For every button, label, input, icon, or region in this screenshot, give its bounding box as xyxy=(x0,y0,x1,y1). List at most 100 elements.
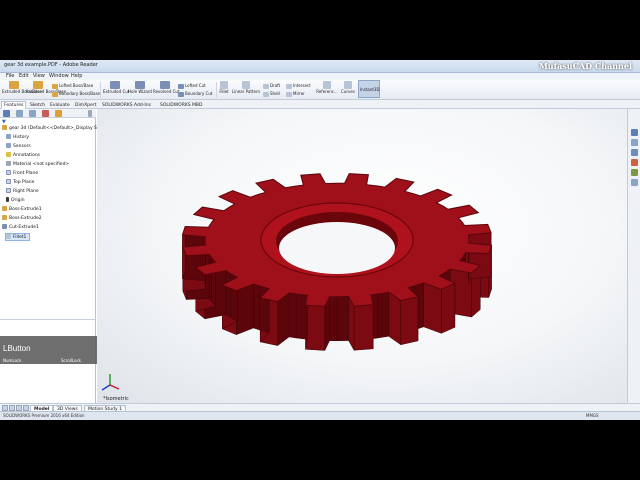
linear-pattern-button[interactable]: Linear Pattern xyxy=(231,81,261,94)
appearances-icon[interactable] xyxy=(631,169,638,176)
material-icon xyxy=(6,161,11,166)
gear-tooth-side xyxy=(225,270,231,318)
boundary-icon xyxy=(52,91,58,97)
cut-feature-icon xyxy=(2,224,7,229)
view-palette-icon[interactable] xyxy=(631,159,638,166)
revolved-cut-icon xyxy=(159,81,170,89)
menu-view[interactable]: View xyxy=(33,73,45,79)
heads-up-view-toolbar xyxy=(310,101,398,116)
extruded-cut-button[interactable]: Extruded Cut xyxy=(103,81,129,94)
tree-item-label: Annotations xyxy=(13,153,41,158)
revolved-boss-button[interactable]: Revolved Boss/Base xyxy=(26,81,66,94)
intersect-label: Intersect xyxy=(293,83,311,88)
file-explorer-icon[interactable] xyxy=(631,149,638,156)
menu-file[interactable]: File xyxy=(6,73,14,79)
boundary-cut-label: Boundary Cut xyxy=(185,91,213,96)
tab-solidworks-mbd[interactable]: SOLIDWORKS MBD xyxy=(157,101,206,109)
revolved-cut-button[interactable]: Revolved Cut xyxy=(153,81,180,94)
configuration-manager-icon[interactable] xyxy=(29,110,36,117)
lofted-cut-icon xyxy=(178,83,184,89)
tree-item-sensors[interactable]: Sensors xyxy=(6,143,31,151)
reference-label: Referenc... xyxy=(316,89,338,94)
draft-button[interactable]: Draft xyxy=(263,83,280,89)
scrolllock-indicator: ScrollLock xyxy=(61,358,82,363)
gear-tooth-side xyxy=(209,253,212,303)
mirror-icon xyxy=(286,91,292,97)
tree-root-part[interactable]: gear 3d (Default<<Default>_Display S xyxy=(2,125,97,133)
tab-evaluate[interactable]: Evaluate xyxy=(47,101,73,109)
boundary-boss-button[interactable]: Boundary Boss/Base xyxy=(52,91,100,97)
bottom-tabs: Model 3D Views Motion Study 1 xyxy=(0,403,640,412)
instant3d-button[interactable]: Instant3D xyxy=(358,80,380,98)
gear-tooth-side xyxy=(377,291,389,339)
revolved-cut-label: Revolved Cut xyxy=(153,89,180,94)
reference-geometry-button[interactable]: Referenc... xyxy=(316,81,338,94)
tree-item-top-plane[interactable]: Top Plane xyxy=(6,179,34,187)
numlock-indicator: NumLock xyxy=(3,358,22,363)
property-manager-icon[interactable] xyxy=(16,110,23,117)
lofted-boss-button[interactable]: Lofted Boss/Base xyxy=(52,83,93,89)
curves-icon xyxy=(343,81,352,89)
tree-item-right-plane[interactable]: Right Plane xyxy=(6,188,39,196)
curves-label: Curves xyxy=(341,89,355,94)
gear-tooth-side xyxy=(336,296,349,342)
view-orientation-label: *Isometric xyxy=(103,396,129,402)
panel-divider xyxy=(0,319,96,320)
tree-item-history[interactable]: History xyxy=(6,134,29,142)
extrude-feature-icon xyxy=(2,206,7,211)
mirror-label: Mirror xyxy=(293,91,305,96)
feature-tree-icon[interactable] xyxy=(3,110,10,117)
window-title: gear 3d example.PDF - Adobe Reader xyxy=(4,62,98,68)
tree-item-front-plane[interactable]: Front Plane xyxy=(6,170,38,178)
intersect-button[interactable]: Intersect xyxy=(286,83,311,89)
gear-tooth-side xyxy=(400,296,419,346)
chevron-right-icon[interactable] xyxy=(88,110,92,117)
custom-properties-icon[interactable] xyxy=(631,179,638,186)
extrude-feature-icon xyxy=(2,215,7,220)
unit-system[interactable]: MMGS xyxy=(586,413,599,418)
tab-solidworks-add-ins[interactable]: SOLIDWORKS Add-Ins xyxy=(99,101,154,109)
menu-edit[interactable]: Edit xyxy=(19,73,29,79)
fillet-button[interactable]: Fillet xyxy=(218,81,230,94)
tab-sketch[interactable]: Sketch xyxy=(27,101,48,109)
key-press-overlay: LButton NumLock ScrollLock xyxy=(0,336,100,364)
mirror-button[interactable]: Mirror xyxy=(286,91,305,97)
boundary-cut-button[interactable]: Boundary Cut xyxy=(178,91,212,97)
tab-features[interactable]: Features xyxy=(1,101,27,109)
tree-item-origin[interactable]: Origin xyxy=(6,197,25,205)
tree-item-annotations[interactable]: Annotations xyxy=(6,152,40,160)
tree-item-label: Top Plane xyxy=(13,180,35,185)
menu-window[interactable]: Window xyxy=(49,73,69,79)
menu-help[interactable]: Help xyxy=(71,73,82,79)
solidworks-resources-icon[interactable] xyxy=(631,129,638,136)
design-library-icon[interactable] xyxy=(631,139,638,146)
tree-item-boss-extrude1[interactable]: Boss-Extrude1 xyxy=(2,206,42,214)
tree-item-label: Front Plane xyxy=(13,171,39,176)
tree-item-material[interactable]: Material <not specified> xyxy=(6,161,69,169)
tab-dimxpert[interactable]: DimXpert xyxy=(72,101,99,109)
status-bar: SOLIDWORKS Premium 2016 x64 Edition MMGS xyxy=(0,411,640,420)
application-window: gear 3d example.PDF - Adobe Reader Mufas… xyxy=(0,60,640,420)
graphics-area[interactable]: *Isometric xyxy=(97,109,627,403)
task-pane xyxy=(627,109,640,403)
draft-icon xyxy=(263,83,269,89)
shell-button[interactable]: Shell xyxy=(263,91,280,97)
extruded-boss-button[interactable]: Extruded Boss/Base xyxy=(2,81,42,94)
tree-item-fillet1[interactable]: Fillet1 xyxy=(5,233,31,241)
dimxpert-manager-icon[interactable] xyxy=(42,110,49,117)
hole-wizard-icon xyxy=(134,81,145,89)
tree-item-boss-extrude2[interactable]: Boss-Extrude2 xyxy=(2,215,42,223)
gear-tooth-side xyxy=(295,293,308,340)
hole-wizard-button[interactable]: Hole Wizard xyxy=(127,81,153,94)
gear-model[interactable] xyxy=(167,145,507,379)
edition-text: SOLIDWORKS Premium 2016 x64 Edition xyxy=(3,413,85,418)
display-manager-icon[interactable] xyxy=(55,110,62,117)
tree-item-cut-extrude1[interactable]: Cut-Extrude1 xyxy=(2,224,39,232)
part-icon xyxy=(2,125,7,130)
tree-item-label: History xyxy=(13,135,30,140)
lofted-cut-label: Lofted Cut xyxy=(185,83,206,88)
curves-button[interactable]: Curves xyxy=(339,81,357,94)
lofted-cut-button[interactable]: Lofted Cut xyxy=(178,83,206,89)
linear-pattern-icon xyxy=(241,81,250,89)
ribbon-separator xyxy=(100,82,101,98)
